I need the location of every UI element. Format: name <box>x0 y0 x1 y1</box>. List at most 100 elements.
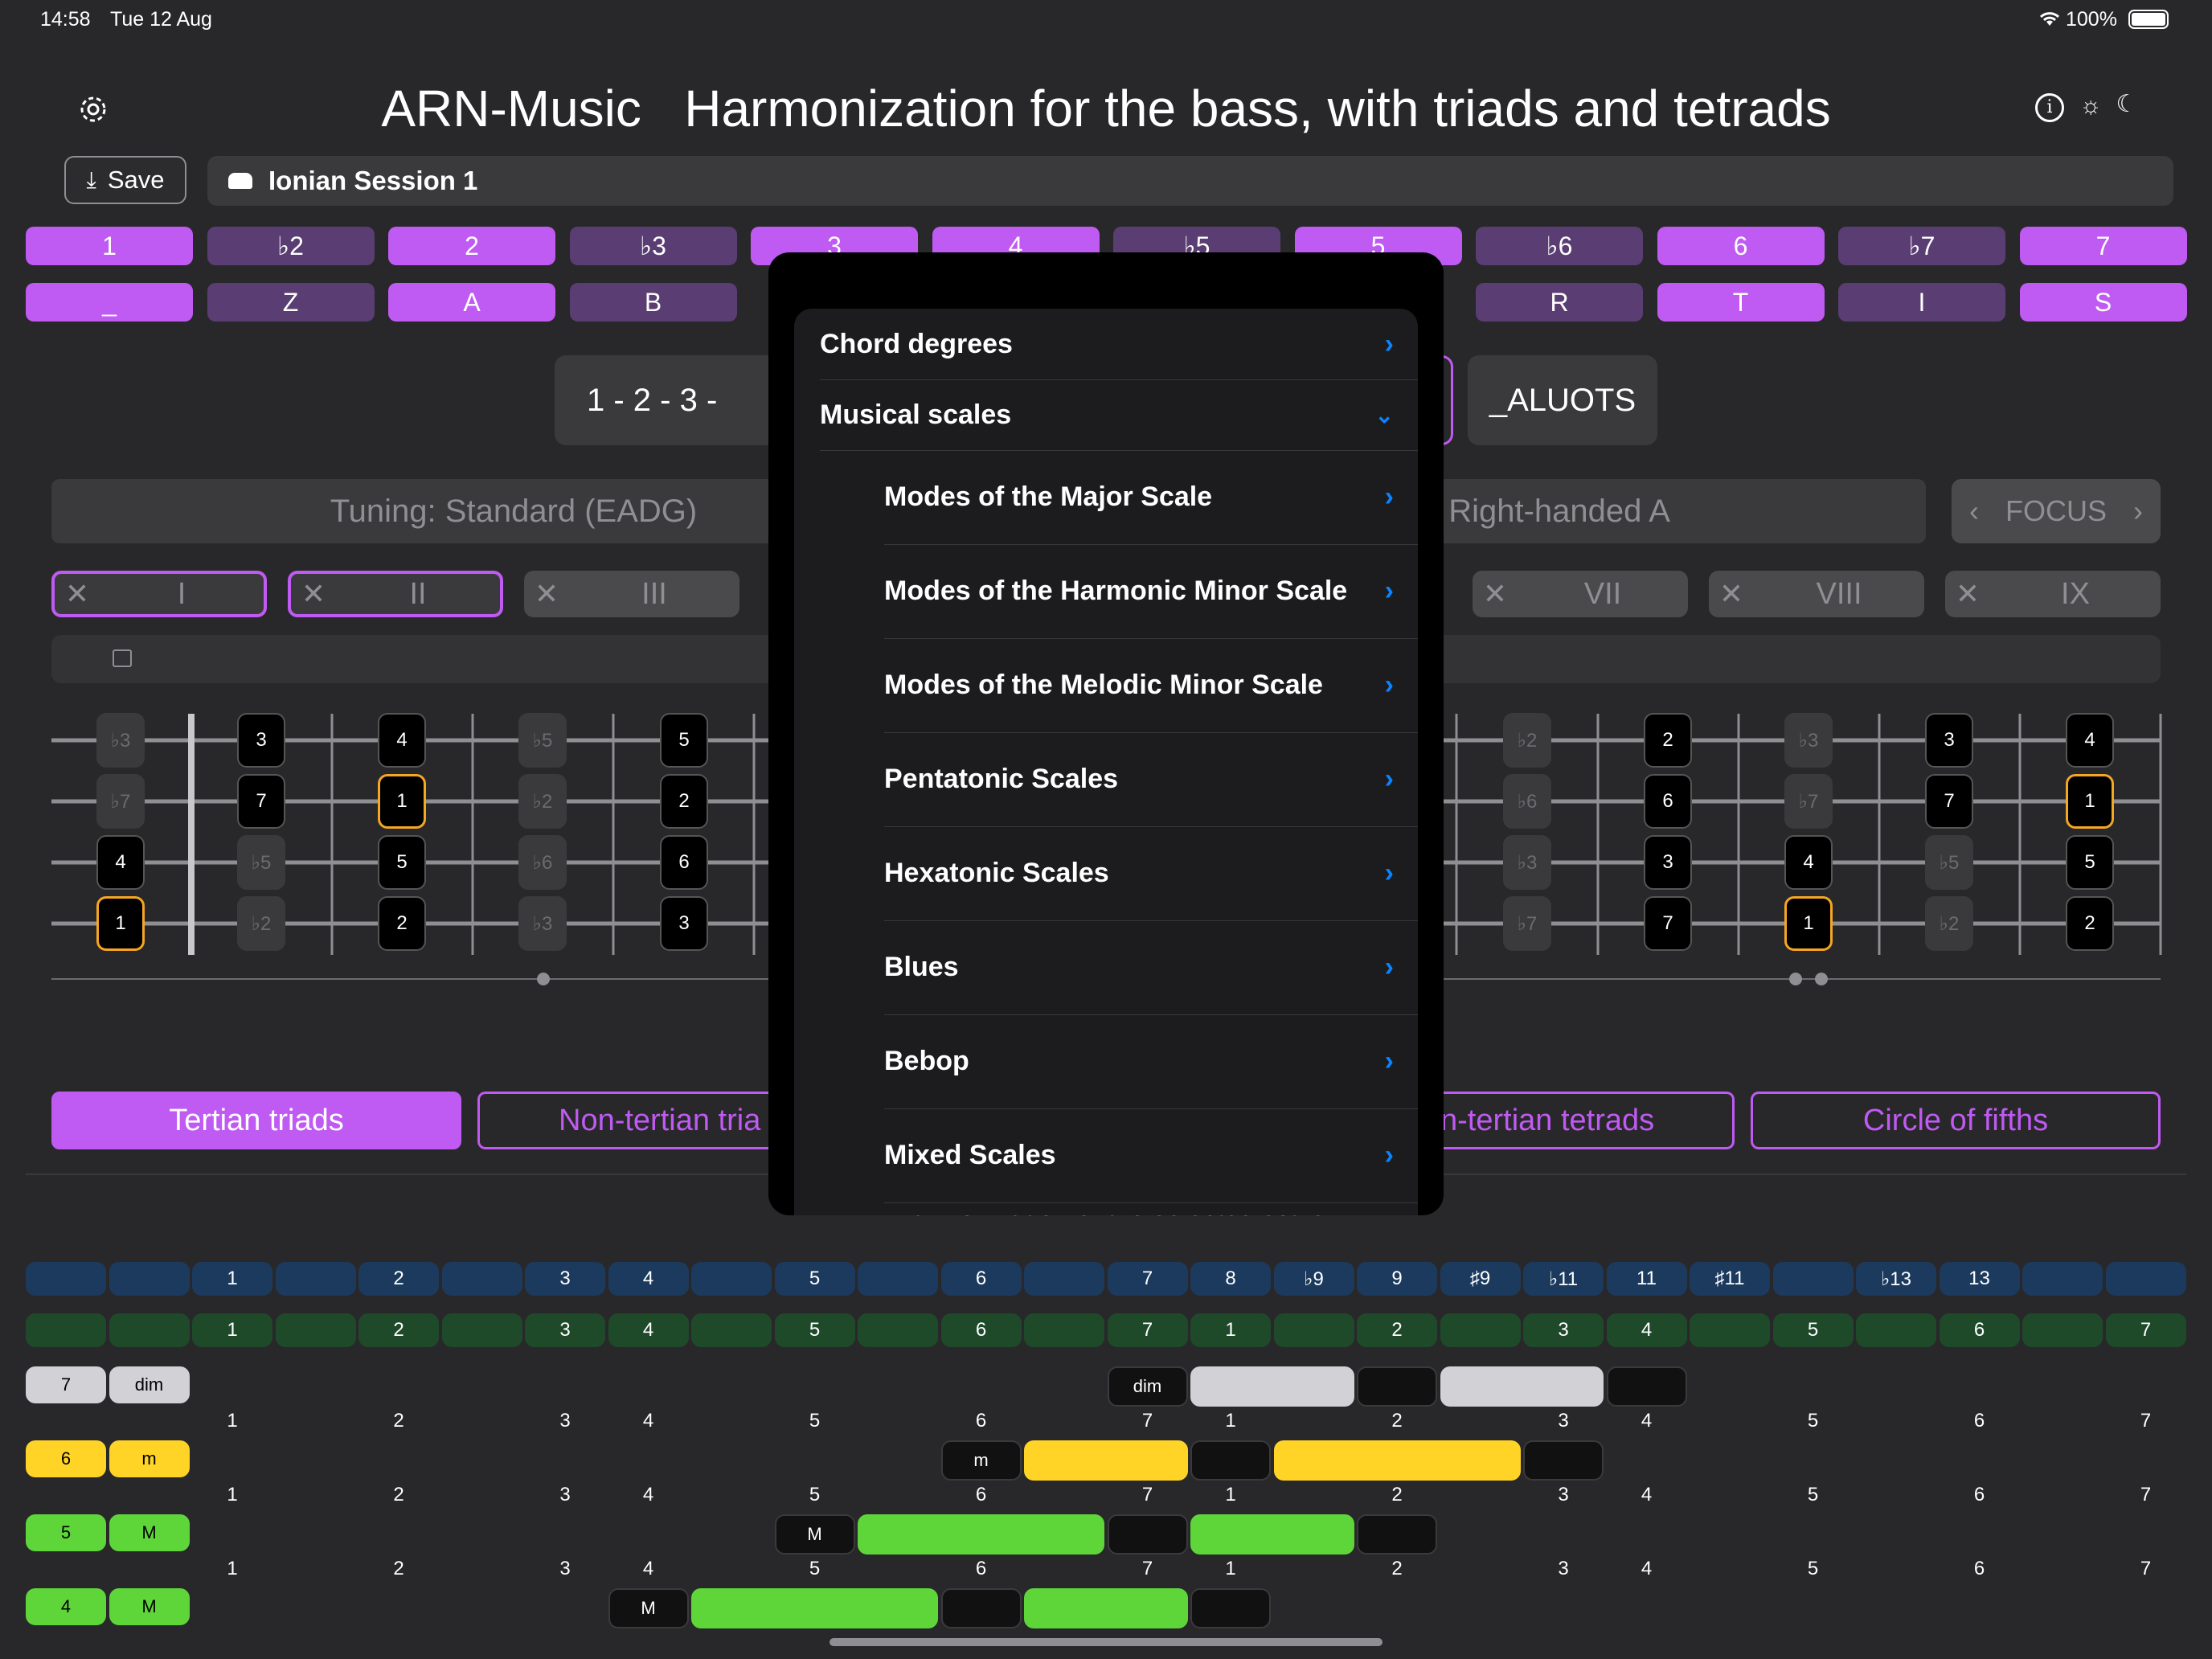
degree-number-label: 1 <box>1225 1558 1236 1579</box>
scale-menu-item[interactable]: Mixed Scales › <box>884 1108 1418 1202</box>
degree-number-label: 7 <box>2140 1558 2152 1579</box>
chord-quality-chip[interactable]: m <box>109 1440 190 1477</box>
tab-non-tertian-tetrads-label: n-tertian tetrads <box>1440 1103 1655 1137</box>
chevron-right-icon: › <box>1384 481 1394 512</box>
chord-quality-chip[interactable]: dim <box>109 1366 190 1403</box>
tab-tertian-triads[interactable]: Tertian triads <box>51 1092 461 1149</box>
fret-note[interactable]: ♭6 <box>1503 774 1551 829</box>
fret-note[interactable]: 5 <box>378 835 426 890</box>
interval-cell: 11 <box>1606 1262 1687 1296</box>
fret-note[interactable]: 3 <box>660 896 708 951</box>
scale-menu-item[interactable]: Pentatonic Scales › <box>884 732 1418 826</box>
interval-cell: ♯9 <box>1440 1262 1521 1296</box>
fret-note[interactable]: ♭2 <box>237 896 285 951</box>
fret-note[interactable]: 2 <box>378 896 426 951</box>
fret-note[interactable]: 2 <box>2066 896 2114 951</box>
chord-degree-chip[interactable]: 6 <box>26 1440 106 1477</box>
tab-circle-of-fifths[interactable]: Circle of fifths <box>1751 1092 2161 1149</box>
tab-non-tertian-triads[interactable]: Non-tertian tria <box>477 1092 783 1149</box>
fret-note[interactable]: ♭3 <box>518 896 567 951</box>
fret-note[interactable]: 5 <box>2066 835 2114 890</box>
scale-menu-item[interactable]: Blues › <box>884 920 1418 1014</box>
fret-note[interactable]: ♭5 <box>237 835 285 890</box>
fret-note[interactable]: 4 <box>96 835 145 890</box>
interval-cell <box>109 1262 190 1296</box>
fret-note[interactable]: 1 <box>1784 896 1833 951</box>
tab-non-tertian-tetrads[interactable]: n-tertian tetrads <box>1431 1092 1735 1149</box>
chord-tone-bar <box>1273 1440 1521 1481</box>
chord-tone-bar <box>1190 1514 1354 1555</box>
degree-cell <box>1856 1313 1936 1347</box>
fret-note[interactable]: 2 <box>660 774 708 829</box>
interval-cell: ♭9 <box>1273 1262 1354 1296</box>
degree-cell <box>109 1313 190 1347</box>
chord-tone-bar <box>691 1588 938 1628</box>
chord-quality-chip[interactable]: M <box>109 1514 190 1551</box>
menu-separator <box>884 1202 1418 1203</box>
fret-note[interactable]: 3 <box>237 713 285 768</box>
chord-tag: m <box>940 1440 1022 1481</box>
degree-number-label: 3 <box>559 1484 571 1505</box>
chevron-right-icon: › <box>1384 952 1394 982</box>
tab-circle-of-fifths-label: Circle of fifths <box>1862 1103 2049 1137</box>
degree-number-label: 4 <box>1641 1558 1653 1579</box>
fret-note[interactable]: ♭2 <box>518 774 567 829</box>
interval-cell: ♯11 <box>1690 1262 1770 1296</box>
fret-note[interactable]: ♭3 <box>96 713 145 768</box>
fret-note[interactable]: ♭3 <box>1503 835 1551 890</box>
fret-note[interactable]: 7 <box>1925 774 1973 829</box>
chord-quality-chip[interactable]: M <box>109 1588 190 1625</box>
fret-note[interactable]: 2 <box>1644 713 1692 768</box>
menu-musical-scales[interactable]: Musical scales ⌄ <box>820 379 1418 450</box>
degree-number-label: 2 <box>1391 1410 1403 1432</box>
fret-note[interactable]: ♭5 <box>1925 835 1973 890</box>
fret-note[interactable]: 6 <box>1644 774 1692 829</box>
chord-gap-bar <box>1190 1440 1271 1481</box>
fret-note[interactable]: 7 <box>237 774 285 829</box>
fret-note[interactable]: ♭2 <box>1925 896 1973 951</box>
degree-cell: 2 <box>358 1313 439 1347</box>
scale-menu-item[interactable]: Modes of the Melodic Minor Scale › <box>884 638 1418 732</box>
degree-cell <box>1690 1313 1770 1347</box>
chevron-right-icon: › <box>1384 858 1394 888</box>
fret-note[interactable]: 3 <box>1644 835 1692 890</box>
menu-chord-degrees[interactable]: Chord degrees › <box>820 309 1418 379</box>
fret-note[interactable]: 5 <box>660 713 708 768</box>
fret-note[interactable]: 1 <box>2066 774 2114 829</box>
degree-number-label: 2 <box>1391 1558 1403 1579</box>
fret-note[interactable]: ♭6 <box>518 835 567 890</box>
interval-cell: 3 <box>525 1262 605 1296</box>
chord-degree-chip[interactable]: 5 <box>26 1514 106 1551</box>
scale-menu-item[interactable]: Bebop › <box>884 1014 1418 1108</box>
menu-chord-degrees-label: Chord degrees <box>820 328 1013 359</box>
interval-cell: 2 <box>358 1262 439 1296</box>
fret-note[interactable]: ♭3 <box>1784 713 1833 768</box>
scale-menu-item[interactable]: Modes of the Major Scale › <box>884 450 1418 544</box>
chord-degree-chip[interactable]: 4 <box>26 1588 106 1625</box>
fret-note[interactable]: ♭7 <box>1503 896 1551 951</box>
scale-menu-item[interactable]: Modes of the Harmonic Minor Scale › <box>884 544 1418 638</box>
fret-note[interactable]: ♭2 <box>1503 713 1551 768</box>
degree-number-label: 7 <box>1141 1410 1153 1432</box>
fret-note[interactable]: 4 <box>1784 835 1833 890</box>
fret-note[interactable]: 7 <box>1644 896 1692 951</box>
interval-cell: ♭11 <box>1523 1262 1604 1296</box>
fret-note[interactable]: 1 <box>96 896 145 951</box>
degree-number-label: 2 <box>393 1558 404 1579</box>
scale-menu-item[interactable]: Hexatonic Scales › <box>884 826 1418 920</box>
fret-note[interactable]: 1 <box>378 774 426 829</box>
fret-note[interactable]: 6 <box>660 835 708 890</box>
fret-note[interactable]: 3 <box>1925 713 1973 768</box>
fret-note[interactable]: 4 <box>378 713 426 768</box>
chord-degree-chip[interactable]: 7 <box>26 1366 106 1403</box>
fret-note[interactable]: ♭5 <box>518 713 567 768</box>
degree-number-label: 4 <box>642 1558 654 1579</box>
fret-note[interactable]: ♭7 <box>96 774 145 829</box>
interval-cell: 4 <box>608 1262 689 1296</box>
chord-tone-bar <box>1024 1588 1188 1628</box>
degree-cell <box>2022 1313 2103 1347</box>
degree-cell: 7 <box>2105 1313 2186 1347</box>
degree-number-label: 2 <box>1391 1484 1403 1505</box>
fret-note[interactable]: 4 <box>2066 713 2114 768</box>
fret-note[interactable]: ♭7 <box>1784 774 1833 829</box>
